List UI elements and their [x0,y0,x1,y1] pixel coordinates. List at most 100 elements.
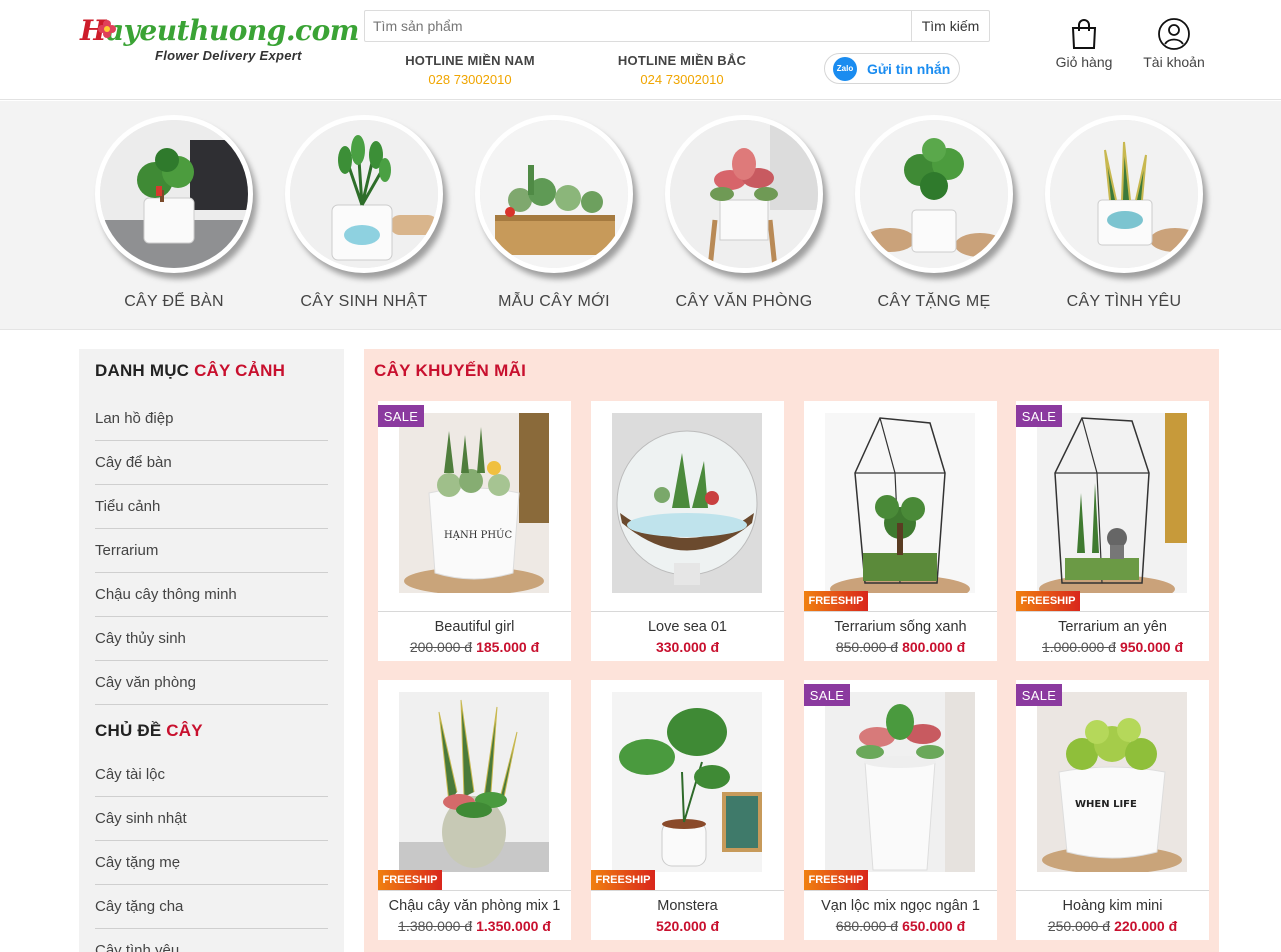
freeship-badge: FREESHIP [1016,591,1080,611]
product-card[interactable]: SALE FREESHIP Vạn lộc mix ngọc ngân 1 68… [804,680,997,940]
sidebar-catalog-list: Lan hồ điệp Cây để bàn Tiểu cảnh Terrari… [79,397,344,705]
sidebar-item[interactable]: Cây văn phòng [95,661,328,705]
product-name[interactable]: Chậu cây văn phòng mix 1 [378,898,571,914]
category-label: MẪU CÂY MỚI [498,293,610,310]
product-name[interactable]: Love sea 01 [591,619,784,635]
sale-badge: SALE [378,405,424,427]
product-name[interactable]: Terrarium an yên [1016,619,1209,635]
category-image [665,115,823,273]
product-card[interactable]: WHEN LIFE SALE Hoàng kim mini 250.000 đ2… [1016,680,1209,940]
sidebar-item[interactable]: Lan hồ điệp [95,397,328,441]
freeship-badge: FREESHIP [804,591,868,611]
product-card[interactable]: SALE FREESHIP Terrarium an yên 1.000.000… [1016,401,1209,661]
category-label: CÂY TÌNH YÊU [1066,293,1182,310]
product-image [1037,413,1187,593]
sidebar-item[interactable]: Cây sinh nhật [95,797,328,841]
category-cay-sinh-nhat[interactable]: CÂY SINH NHẬT [279,115,449,311]
hotline-number[interactable]: 024 73002010 [612,72,752,87]
sidebar-item[interactable]: Cây tặng mẹ [95,841,328,885]
product-image [825,413,975,593]
category-image [475,115,633,273]
category-image [1045,115,1203,273]
logo-flower-icon [98,20,116,38]
hotline-number[interactable]: 028 73002010 [400,72,540,87]
old-price: 680.000 đ [835,918,899,934]
product-name[interactable]: Vạn lộc mix ngọc ngân 1 [804,898,997,914]
sidebar-item[interactable]: Cây để bàn [95,441,328,485]
current-price: 650.000 đ [902,918,966,934]
product-price: 520.000 đ [591,918,784,934]
zalo-message-button[interactable]: Zalo Gửi tin nhắn [824,53,960,84]
old-price: 1.380.000 đ [398,918,473,934]
sidebar-item[interactable]: Terrarium [95,529,328,573]
hotline-south: HOTLINE MIỀN NAM 028 73002010 [400,53,540,87]
sidebar-item[interactable]: Chậu cây thông minh [95,573,328,617]
product-card[interactable]: HẠNH PHÚC SALE Beautiful girl 200.000 đ1… [378,401,571,661]
category-label: CÂY VĂN PHÒNG [675,293,813,310]
product-image: WHEN LIFE [1037,692,1187,872]
category-cay-tang-me[interactable]: CÂY TẶNG MẸ [849,115,1019,311]
promo-section: CÂY KHUYẾN MÃI HẠNH PHÚC SALE Beautiful … [364,349,1219,952]
freeship-badge: FREESHIP [804,870,868,890]
current-price: 1.350.000 đ [476,918,551,934]
product-name[interactable]: Monstera [591,898,784,914]
cart-label: Giỏ hàng [1055,54,1113,70]
current-price: 330.000 đ [655,639,720,655]
shopping-bag-icon [1071,19,1097,49]
cart-button[interactable]: Giỏ hàng [1048,18,1120,70]
product-name[interactable]: Hoàng kim mini [1016,898,1209,914]
sidebar-item[interactable]: Cây tặng cha [95,885,328,929]
sale-badge: SALE [1016,405,1062,427]
product-image [612,692,762,872]
category-cay-de-ban[interactable]: CÂY ĐỂ BÀN [89,115,259,311]
sidebar-item[interactable]: Cây tài lộc [95,753,328,797]
product-card[interactable]: FREESHIP Monstera 520.000 đ [591,680,784,940]
product-price: 850.000 đ 800.000 đ [804,639,997,655]
sidebar-item[interactable]: Tiểu cảnh [95,485,328,529]
logo-tagline: Flower Delivery Expert [155,48,302,63]
freeship-badge: FREESHIP [378,870,442,890]
product-card[interactable]: FREESHIP Terrarium sống xanh 850.000 đ 80… [804,401,997,661]
current-price: 520.000 đ [655,918,720,934]
account-button[interactable]: Tài khoản [1136,18,1212,70]
zalo-label: Gửi tin nhắn [867,60,951,77]
category-image [855,115,1013,273]
product-card[interactable]: Love sea 01 330.000 đ [591,401,784,661]
old-price: 850.000 đ [835,639,899,655]
category-mau-cay-moi[interactable]: MẪU CÂY MỚI [469,115,639,311]
product-price: 680.000 đ 650.000 đ [804,918,997,934]
logo-wordmark: Hayeuthuong.com [80,14,359,47]
product-name[interactable]: Beautiful girl [378,619,571,635]
product-price: 250.000 đ 220.000 đ [1016,918,1209,934]
category-cay-tinh-yeu[interactable]: CÂY TÌNH YÊU [1039,115,1209,311]
old-price: 1.000.000 đ [1041,639,1116,655]
sale-badge: SALE [1016,684,1062,706]
category-label: CÂY SINH NHẬT [300,293,428,310]
category-cay-van-phong[interactable]: CÂY VĂN PHÒNG [659,115,829,311]
site-logo[interactable]: Hayeuthuong.com Flower Delivery Expert [80,14,359,69]
site-header: Hayeuthuong.com Flower Delivery Expert T… [0,0,1281,100]
product-image [612,413,762,593]
user-icon [1158,18,1190,50]
product-price: 330.000 đ [591,639,784,655]
sidebar-item[interactable]: Cây tình yêu [95,929,328,952]
current-price: 220.000 đ [1114,918,1178,934]
category-label: CÂY ĐỂ BÀN [124,293,224,310]
freeship-badge: FREESHIP [591,870,655,890]
hotline-title: HOTLINE MIỀN BẮC [617,53,747,68]
product-name[interactable]: Terrarium sống xanh [804,619,997,635]
old-price: 200.000 đ [409,639,473,655]
current-price: 185.000 đ [476,639,540,655]
search-button[interactable]: Tìm kiếm [911,11,989,41]
search-input[interactable] [365,11,911,41]
current-price: 950.000 đ [1119,639,1184,655]
sidebar-heading-catalog: DANH MỤC CÂY CẢNH [95,361,286,380]
product-image [825,692,975,872]
sidebar-item[interactable]: Cây thủy sinh [95,617,328,661]
old-price: 250.000 đ [1047,918,1111,934]
product-price: 200.000 đ 185.000 đ [378,639,571,655]
product-card[interactable]: FREESHIP Chậu cây văn phòng mix 1 1.380.… [378,680,571,940]
category-band: CÂY ĐỂ BÀN CÂY SINH NHẬT MẪU CÂY MỚI CÂY… [0,101,1281,330]
section-title: CÂY KHUYẾN MÃI [374,361,527,380]
category-label: CÂY TẶNG MẸ [877,293,991,310]
